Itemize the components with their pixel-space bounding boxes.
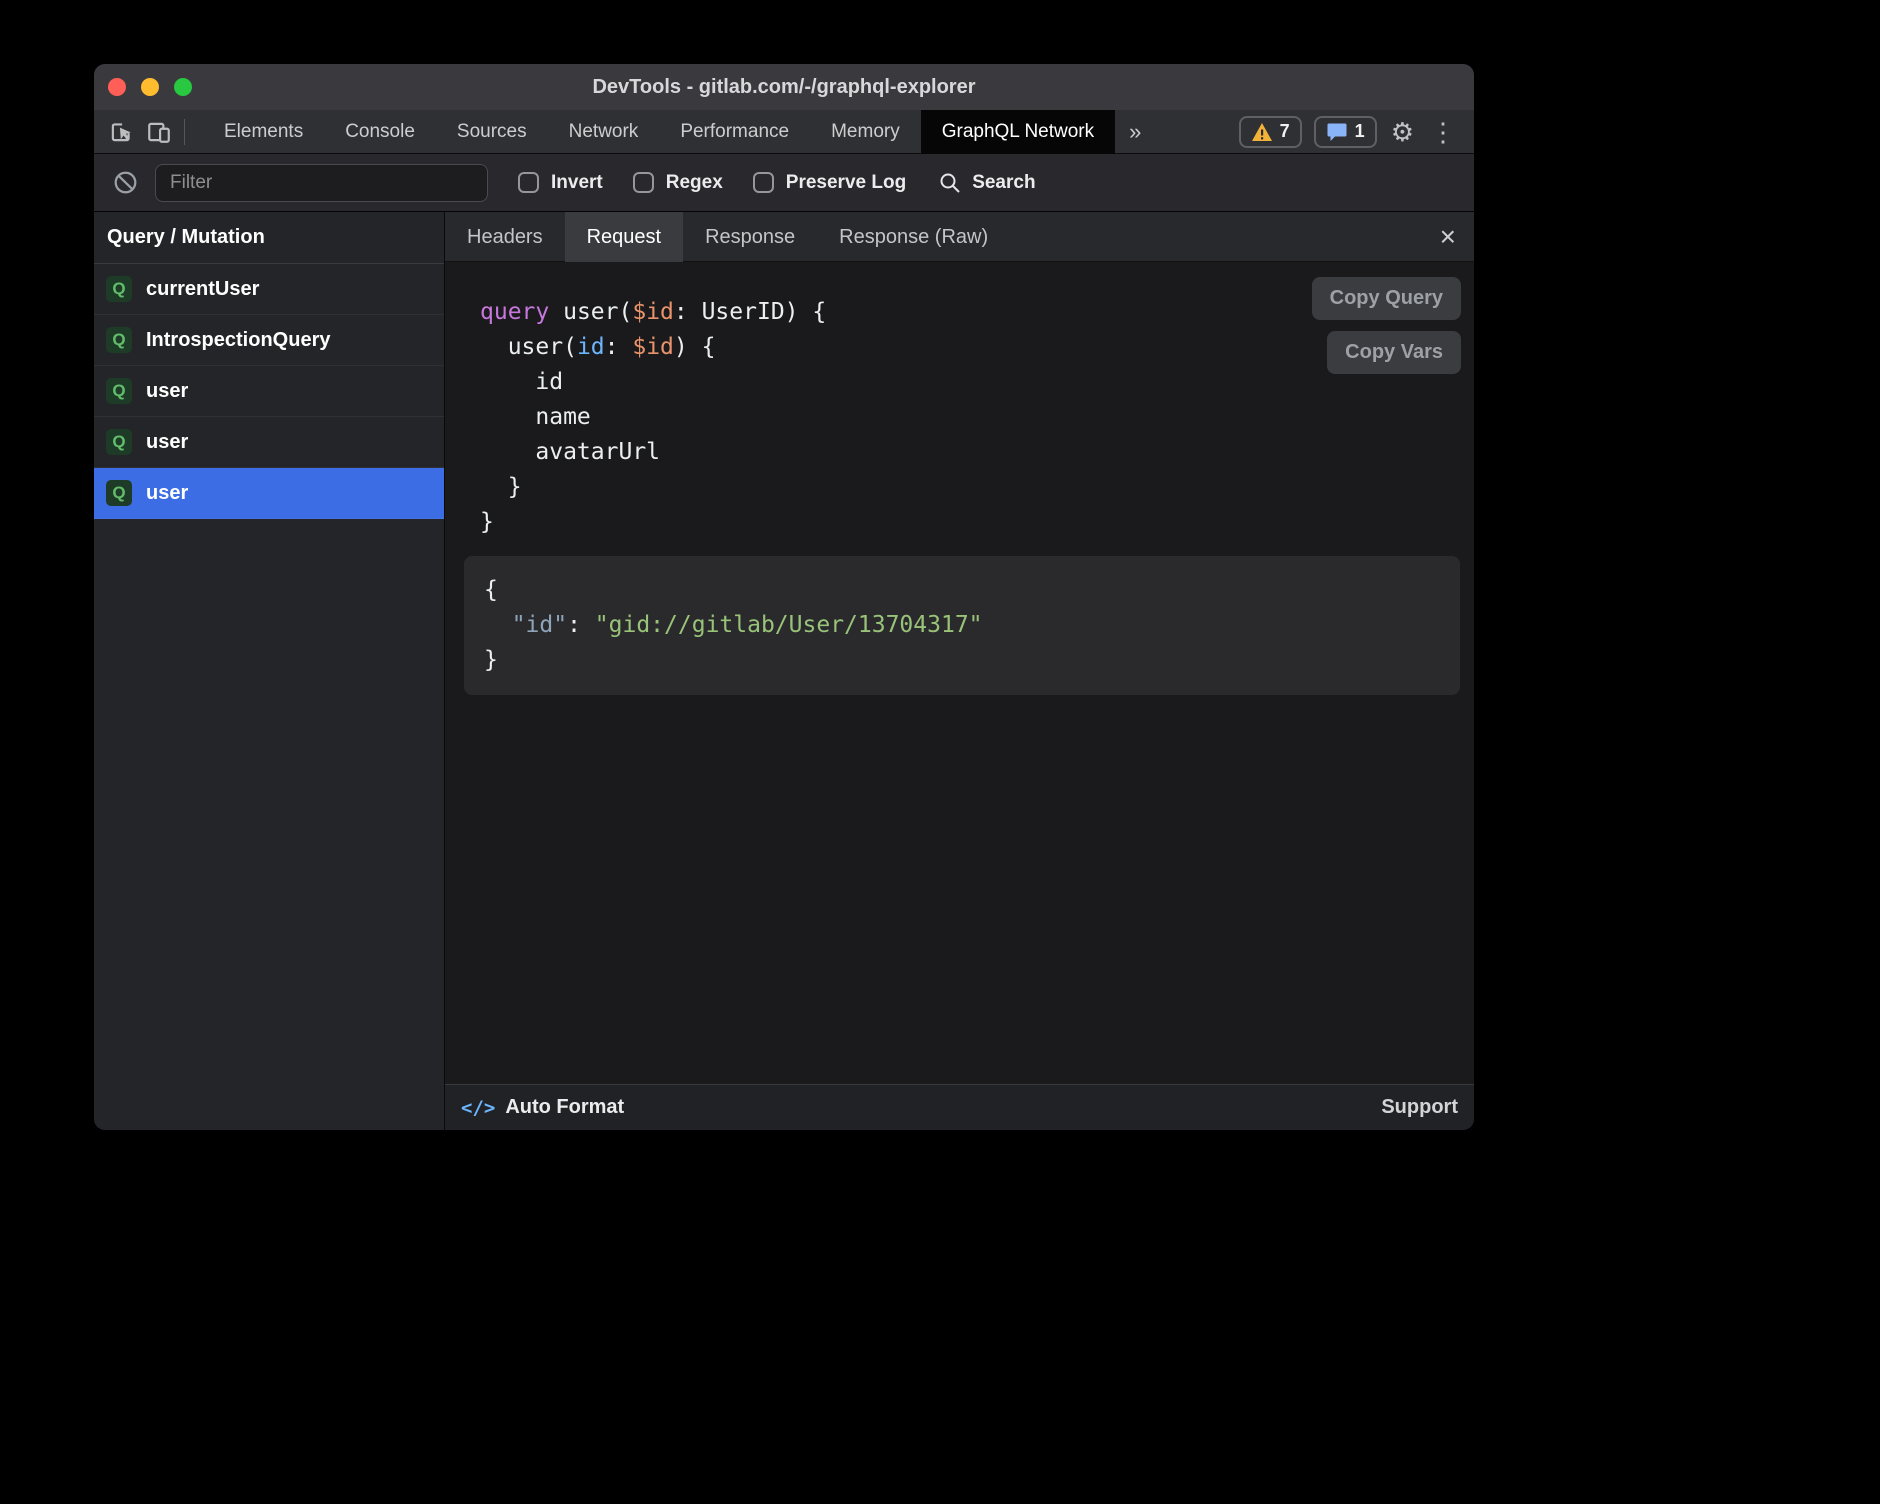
search-icon: [938, 171, 962, 195]
copy-buttons: Copy Query Copy Vars: [1312, 277, 1461, 374]
tab-response[interactable]: Response: [683, 212, 817, 262]
request-detail-panel: Headers Request Response Response (Raw) …: [444, 212, 1474, 1130]
network-toolbar: Invert Regex Preserve Log Search: [94, 154, 1474, 212]
query-item-label: user: [146, 431, 188, 454]
invert-label: Invert: [551, 172, 603, 194]
copy-query-button[interactable]: Copy Query: [1312, 277, 1461, 320]
query-type-badge: Q: [106, 480, 132, 506]
query-item-label: user: [146, 380, 188, 403]
query-list-item-user-1[interactable]: Q user: [94, 366, 444, 417]
query-type-badge: Q: [106, 429, 132, 455]
auto-format-button[interactable]: Auto Format: [505, 1096, 624, 1119]
window-titlebar: DevTools - gitlab.com/-/graphql-explorer: [94, 64, 1474, 110]
query-list-header: Query / Mutation: [94, 212, 444, 264]
devtools-window: DevTools - gitlab.com/-/graphql-explorer…: [94, 64, 1474, 1130]
tab-sources[interactable]: Sources: [436, 110, 548, 154]
regex-checkbox[interactable]: [633, 172, 654, 193]
tab-request[interactable]: Request: [565, 212, 684, 262]
invert-checkbox-group: Invert: [518, 172, 603, 194]
more-tabs-chevron[interactable]: »: [1115, 119, 1155, 145]
query-type-badge: Q: [106, 276, 132, 302]
query-item-label: currentUser: [146, 278, 259, 301]
detail-tabbar: Headers Request Response Response (Raw) …: [445, 212, 1474, 262]
window-title: DevTools - gitlab.com/-/graphql-explorer: [94, 76, 1474, 99]
query-list-panel: Query / Mutation Q currentUser Q Introsp…: [94, 212, 444, 1130]
device-toolbar-icon[interactable]: [146, 119, 172, 145]
kebab-menu-icon[interactable]: ⋮: [1428, 119, 1458, 145]
query-type-badge: Q: [106, 378, 132, 404]
auto-format-icon: </>: [461, 1097, 495, 1119]
preserve-log-checkbox[interactable]: [753, 172, 774, 193]
clear-log-icon[interactable]: [112, 169, 139, 196]
tab-graphql-network[interactable]: GraphQL Network: [921, 110, 1115, 154]
tab-response-raw[interactable]: Response (Raw): [817, 212, 1010, 262]
tab-elements[interactable]: Elements: [203, 110, 324, 154]
inspect-element-icon[interactable]: [108, 119, 134, 145]
copy-vars-button[interactable]: Copy Vars: [1327, 331, 1461, 374]
desktop-background: DevTools - gitlab.com/-/graphql-explorer…: [0, 0, 1880, 1504]
search-label: Search: [972, 172, 1035, 194]
preserve-log-label: Preserve Log: [786, 172, 906, 194]
query-list-item-introspectionquery[interactable]: Q IntrospectionQuery: [94, 315, 444, 366]
filter-input[interactable]: [155, 164, 488, 202]
query-list-item-currentuser[interactable]: Q currentUser: [94, 264, 444, 315]
tab-headers[interactable]: Headers: [445, 212, 565, 262]
issues-badge[interactable]: 1: [1314, 116, 1377, 148]
query-variables-box: { "id": "gid://gitlab/User/13704317"}: [464, 556, 1460, 695]
tabbar-tools: [94, 119, 203, 145]
warning-icon: [1251, 122, 1273, 142]
tab-network[interactable]: Network: [548, 110, 660, 154]
search-control[interactable]: Search: [938, 171, 1035, 195]
query-list-item-user-3-selected[interactable]: Q user: [94, 468, 444, 519]
tab-memory[interactable]: Memory: [810, 110, 921, 154]
tabbar-separator: [184, 119, 185, 145]
tab-performance[interactable]: Performance: [659, 110, 810, 154]
request-tab-content: query user($id: UserID) { user(id: $id) …: [445, 262, 1474, 1084]
panel-footer: </> Auto Format Support: [445, 1084, 1474, 1130]
query-list-item-user-2[interactable]: Q user: [94, 417, 444, 468]
query-type-badge: Q: [106, 327, 132, 353]
invert-checkbox[interactable]: [518, 172, 539, 193]
tab-console[interactable]: Console: [324, 110, 436, 154]
query-item-label: user: [146, 482, 188, 505]
message-bubble-icon: [1326, 122, 1348, 142]
devtools-content: Query / Mutation Q currentUser Q Introsp…: [94, 212, 1474, 1130]
devtools-tabbar: Elements Console Sources Network Perform…: [94, 110, 1474, 154]
regex-label: Regex: [666, 172, 723, 194]
preserve-log-checkbox-group: Preserve Log: [753, 172, 906, 194]
query-item-label: IntrospectionQuery: [146, 329, 330, 352]
regex-checkbox-group: Regex: [633, 172, 723, 194]
message-count: 1: [1355, 121, 1365, 142]
tabbar-right-controls: 7 1 ⚙ ⋮: [1239, 116, 1474, 148]
close-panel-icon[interactable]: ×: [1440, 223, 1474, 251]
support-link[interactable]: Support: [1381, 1096, 1458, 1119]
warning-count: 7: [1280, 121, 1290, 142]
warnings-badge[interactable]: 7: [1239, 116, 1302, 148]
settings-gear-icon[interactable]: ⚙: [1389, 119, 1416, 145]
